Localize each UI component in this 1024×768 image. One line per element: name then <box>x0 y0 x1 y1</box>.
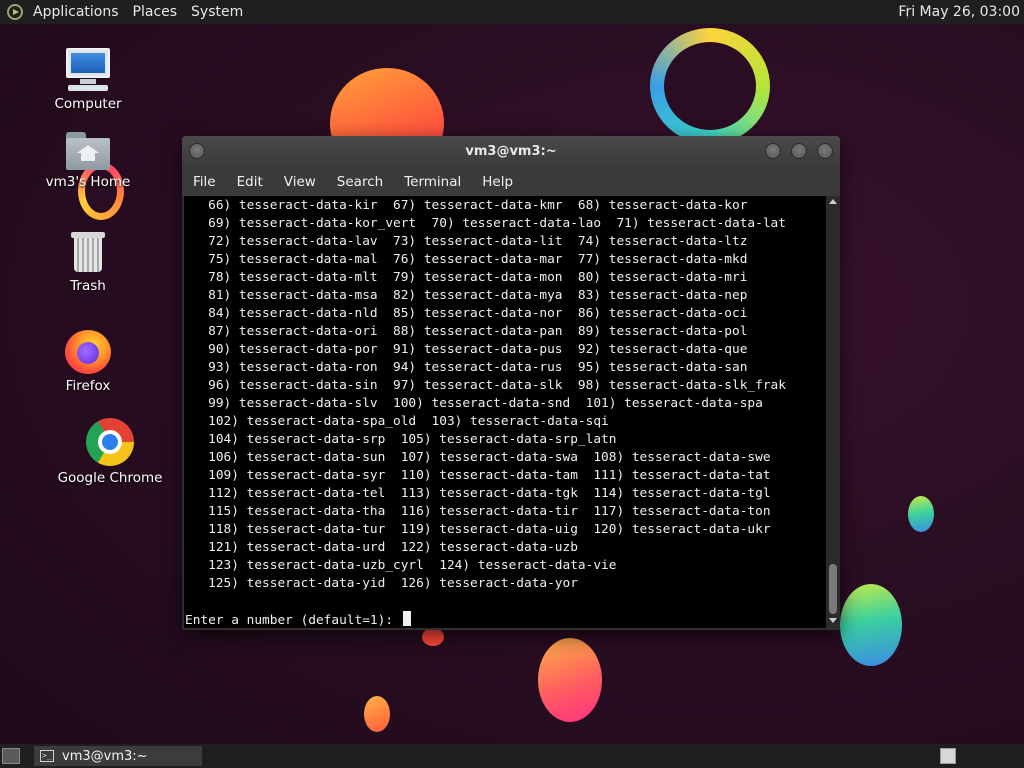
scrollbar-thumb[interactable] <box>829 564 837 614</box>
terminal-line: 118) tesseract-data-tur 119) tesseract-d… <box>185 522 771 537</box>
terminal-line: 123) tesseract-data-uzb_cyrl 124) tesser… <box>185 558 617 573</box>
minimize-icon[interactable] <box>765 143 781 159</box>
terminal-line: 81) tesseract-data-msa 82) tesseract-dat… <box>185 288 748 303</box>
wallpaper-shape <box>908 496 934 532</box>
top-panel: Applications Places System Fri May 26, 0… <box>0 0 1024 24</box>
close-icon[interactable] <box>817 143 833 159</box>
menu-search[interactable]: Search <box>326 174 393 190</box>
desktop-icon-computer[interactable]: Computer <box>28 46 148 112</box>
desktop-icon-label: Firefox <box>65 378 111 394</box>
maximize-icon[interactable] <box>791 143 807 159</box>
chrome-icon <box>86 418 134 466</box>
terminal-line: 109) tesseract-data-syr 110) tesseract-d… <box>185 468 771 483</box>
terminal-line: 87) tesseract-data-ori 88) tesseract-dat… <box>185 324 748 339</box>
desktop-icon-trash[interactable]: Trash <box>28 230 148 294</box>
show-desktop-icon[interactable] <box>2 748 20 764</box>
menu-file[interactable]: File <box>182 174 226 190</box>
taskbar-terminal-button[interactable]: >_ vm3@vm3:~ <box>34 746 202 766</box>
desktop-icon-chrome[interactable]: Google Chrome <box>50 418 170 486</box>
terminal-line: 72) tesseract-data-lav 73) tesseract-dat… <box>185 234 748 249</box>
desktop-icon-label: vm3's Home <box>45 174 131 190</box>
terminal-line: 125) tesseract-data-yid 126) tesseract-d… <box>185 576 578 591</box>
menu-view[interactable]: View <box>273 174 326 190</box>
wallpaper-shape <box>422 628 444 646</box>
terminal-line: 90) tesseract-data-por 91) tesseract-dat… <box>185 342 748 357</box>
terminal-prompt-line[interactable]: Enter a number (default=1): <box>185 611 411 628</box>
wallpaper-shape <box>650 28 770 144</box>
wallpaper-shape <box>538 638 602 722</box>
window-title: vm3@vm3:~ <box>465 144 557 159</box>
terminal-lines: 66) tesseract-data-kir 67) tesseract-dat… <box>185 197 786 593</box>
menu-edit[interactable]: Edit <box>226 174 273 190</box>
clock[interactable]: Fri May 26, 03:00 <box>898 4 1020 20</box>
terminal-output[interactable]: 66) tesseract-data-kir 67) tesseract-dat… <box>184 196 826 628</box>
terminal-line: 84) tesseract-data-nld 85) tesseract-dat… <box>185 306 748 321</box>
wallpaper-shape <box>840 584 902 666</box>
computer-icon <box>64 46 112 92</box>
firefox-icon <box>65 328 111 374</box>
home-folder-icon <box>65 130 111 170</box>
terminal-scrollbar[interactable] <box>826 196 840 628</box>
terminal-line: 115) tesseract-data-tha 116) tesseract-d… <box>185 504 771 519</box>
menu-terminal[interactable]: Terminal <box>393 174 471 190</box>
terminal-line: 96) tesseract-data-sin 97) tesseract-dat… <box>185 378 786 393</box>
terminal-line: 78) tesseract-data-mlt 79) tesseract-dat… <box>185 270 748 285</box>
terminal-line: 112) tesseract-data-tel 113) tesseract-d… <box>185 486 771 501</box>
desktop-icon-firefox[interactable]: Firefox <box>28 328 148 394</box>
scroll-up-arrow-icon[interactable] <box>829 199 837 204</box>
desktop-icon-label: Google Chrome <box>57 470 163 486</box>
menu-help[interactable]: Help <box>471 174 523 190</box>
terminal-line: 121) tesseract-data-urd 122) tesseract-d… <box>185 540 578 555</box>
window-menubar: File Edit View Search Terminal Help <box>182 168 840 196</box>
desktop-icon-home[interactable]: vm3's Home <box>28 130 148 190</box>
desktop-icon-label: Trash <box>70 278 106 294</box>
terminal-line: 99) tesseract-data-slv 100) tesseract-da… <box>185 396 763 411</box>
terminal-icon: >_ <box>40 750 54 762</box>
applications-logo-icon[interactable] <box>7 4 23 20</box>
terminal-line: 104) tesseract-data-srp 105) tesseract-d… <box>185 432 617 447</box>
terminal-line: 66) tesseract-data-kir 67) tesseract-dat… <box>185 198 748 213</box>
terminal-window: vm3@vm3:~ File Edit View Search Terminal… <box>182 136 840 630</box>
menu-system[interactable]: System <box>187 4 253 20</box>
terminal-prompt: Enter a number (default=1): <box>185 613 401 628</box>
scroll-down-arrow-icon[interactable] <box>829 618 837 623</box>
terminal-line: 106) tesseract-data-sun 107) tesseract-d… <box>185 450 771 465</box>
menu-places[interactable]: Places <box>129 4 188 20</box>
window-titlebar[interactable]: vm3@vm3:~ <box>182 136 840 168</box>
workspace-switcher[interactable] <box>940 748 956 764</box>
terminal-line: 69) tesseract-data-kor_vert 70) tesserac… <box>185 216 786 231</box>
menu-applications[interactable]: Applications <box>29 4 129 20</box>
trash-icon <box>70 230 106 274</box>
taskbar-label: vm3@vm3:~ <box>62 748 148 764</box>
terminal-line: 102) tesseract-data-spa_old 103) tessera… <box>185 414 609 429</box>
bottom-panel: >_ vm3@vm3:~ <box>0 744 1024 768</box>
terminal-line: 93) tesseract-data-ron 94) tesseract-dat… <box>185 360 748 375</box>
desktop-icon-label: Computer <box>54 96 122 112</box>
terminal-line: 75) tesseract-data-mal 76) tesseract-dat… <box>185 252 748 267</box>
text-cursor <box>402 611 411 626</box>
wallpaper-shape <box>364 696 390 732</box>
